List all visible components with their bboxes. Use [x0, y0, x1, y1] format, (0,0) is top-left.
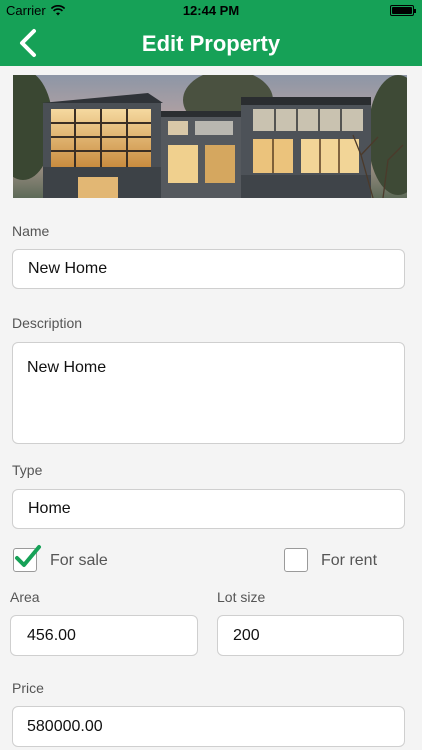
price-label: Price: [12, 680, 44, 696]
area-field[interactable]: 456.00: [10, 615, 198, 656]
for-sale-label: For sale: [50, 552, 108, 569]
price-field[interactable]: 580000.00: [12, 706, 405, 747]
navigation-bar: Edit Property: [0, 20, 422, 66]
for-rent-checkbox[interactable]: [284, 548, 308, 572]
lot-size-value: 200: [233, 626, 260, 644]
description-label: Description: [12, 315, 83, 331]
type-value: Home: [28, 500, 71, 517]
status-time: 12:44 PM: [182, 3, 240, 18]
name-field[interactable]: New Home: [12, 249, 405, 289]
name-label: Name: [12, 223, 50, 239]
lot-size-field[interactable]: 200: [217, 615, 404, 656]
for-sale-checkbox[interactable]: [13, 545, 41, 572]
for-rent-label: For rent: [321, 552, 378, 569]
price-value: 580000.00: [27, 717, 103, 735]
name-value: New Home: [28, 260, 108, 277]
checkmark-icon: [15, 545, 41, 567]
type-field[interactable]: Home: [12, 489, 405, 529]
status-bar: Carrier 12:44 PM: [0, 0, 422, 20]
area-value: 456.00: [27, 626, 76, 644]
house-illustration: [13, 75, 407, 198]
page-title: Edit Property: [141, 31, 281, 56]
area-label: Area: [10, 589, 40, 605]
type-label: Type: [12, 462, 43, 478]
battery-icon: [390, 5, 416, 16]
property-photo: [13, 75, 407, 198]
description-value: New Home: [27, 359, 107, 376]
lot-size-label: Lot size: [217, 589, 266, 605]
description-textarea[interactable]: New Home: [12, 342, 405, 444]
